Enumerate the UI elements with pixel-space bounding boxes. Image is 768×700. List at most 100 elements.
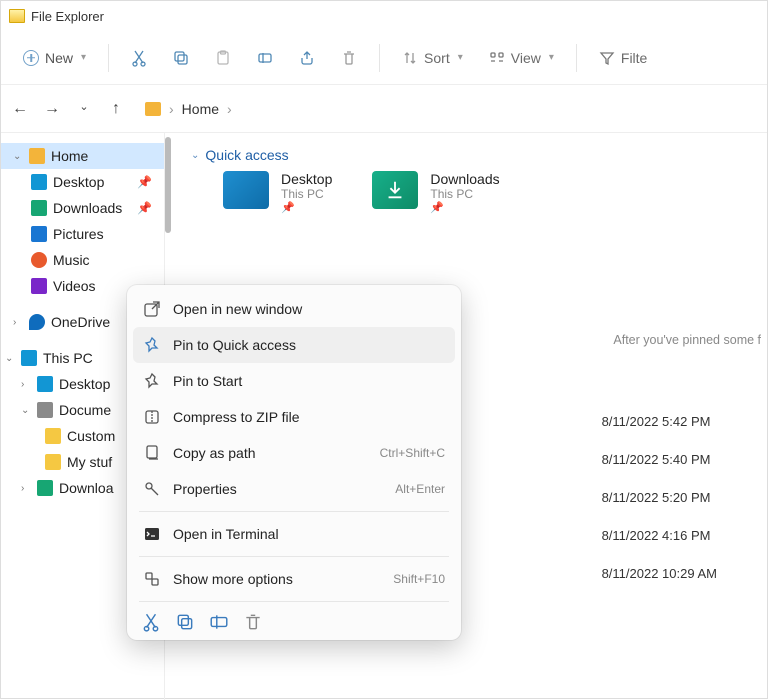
back-button[interactable]: ← [11,100,29,118]
downloads-icon [37,480,53,496]
ctx-label: Open in Terminal [173,526,279,542]
music-icon [31,252,47,268]
rename-icon[interactable] [209,612,229,632]
sidebar-label: Custom [67,428,115,444]
breadcrumb-home[interactable]: Home [182,101,219,117]
desktop-folder-icon [223,171,269,209]
home-icon [145,102,161,116]
copy-icon[interactable] [175,612,195,632]
trash-icon[interactable] [243,612,263,632]
sidebar-label: Videos [53,278,96,294]
ctx-shortcut: Alt+Enter [395,482,445,496]
chevron-right-icon: › [13,317,23,328]
sidebar-item-downloads[interactable]: Downloads📌 [1,195,164,221]
sidebar-item-desktop[interactable]: Desktop📌 [1,169,164,195]
documents-icon [37,402,53,418]
separator [576,44,577,72]
up-button[interactable]: ↑ [107,100,125,118]
rename-icon [257,50,273,66]
onedrive-icon [29,314,45,330]
title-bar: File Explorer [1,1,767,31]
separator [139,556,449,557]
new-label: New [45,50,73,66]
sidebar-label: Desktop [53,174,104,190]
ctx-label: Show more options [173,571,293,587]
paste-button[interactable] [205,44,241,72]
desktop-icon [31,174,47,190]
copy-button[interactable] [163,44,199,72]
open-new-window-icon [143,300,161,318]
properties-icon [143,480,161,498]
trash-icon [341,50,357,66]
recent-dropdown[interactable]: ⌄ [75,100,93,118]
share-button[interactable] [289,44,325,72]
sort-button[interactable]: Sort ▾ [392,44,473,72]
nav-arrows: ← → ⌄ ↑ [11,100,125,118]
filter-icon [599,50,615,66]
quick-access-header[interactable]: ⌄ Quick access [173,145,759,171]
chevron-down-icon: ▾ [81,52,86,63]
context-menu: Open in new window Pin to Quick access P… [127,285,461,640]
ctx-copy-path[interactable]: Copy as path Ctrl+Shift+C [133,435,455,471]
more-icon [143,570,161,588]
quick-item-desktop[interactable]: Desktop This PC 📌 [223,171,332,214]
downloads-folder-icon [372,171,418,209]
date-cell: 8/11/2022 4:16 PM [602,517,717,555]
ctx-pin-quick-access[interactable]: Pin to Quick access [133,327,455,363]
separator [108,44,109,72]
pin-icon [143,336,161,354]
sidebar-label: Downloa [59,480,113,496]
pictures-icon [31,226,47,242]
chevron-down-icon: ⌄ [191,150,199,161]
desktop-icon [37,376,53,392]
ctx-label: Compress to ZIP file [173,409,300,425]
ctx-properties[interactable]: Properties Alt+Enter [133,471,455,507]
home-icon [29,148,45,164]
scrollbar-thumb[interactable] [165,137,171,233]
sidebar-label: OneDrive [51,314,110,330]
sidebar-item-pictures[interactable]: Pictures [1,221,164,247]
ctx-shortcut: Shift+F10 [393,572,445,586]
downloads-icon [31,200,47,216]
ctx-label: Copy as path [173,445,256,461]
rename-button[interactable] [247,44,283,72]
date-column: 8/11/2022 5:42 PM 8/11/2022 5:40 PM 8/11… [602,403,717,593]
plus-icon [23,50,39,66]
filter-button[interactable]: Filte [589,44,657,72]
ctx-show-more[interactable]: Show more options Shift+F10 [133,561,455,597]
sidebar-label: This PC [43,350,93,366]
cut-icon[interactable] [141,612,161,632]
ctx-open-new-window[interactable]: Open in new window [133,291,455,327]
quick-item-downloads[interactable]: Downloads This PC 📌 [372,171,499,214]
separator [139,511,449,512]
sort-label: Sort [424,50,450,66]
folder-icon [9,9,25,23]
filter-label: Filte [621,50,647,66]
pc-icon [21,350,37,366]
cut-button[interactable] [121,44,157,72]
paste-icon [215,50,231,66]
date-cell: 8/11/2022 10:29 AM [602,555,717,593]
sort-icon [402,50,418,66]
ctx-label: Pin to Quick access [173,337,296,353]
breadcrumb[interactable]: › Home › [145,101,232,117]
sidebar-label: Desktop [59,376,110,392]
pin-icon: 📌 [137,201,158,215]
ctx-compress-zip[interactable]: Compress to ZIP file [133,399,455,435]
sidebar-label: Music [53,252,90,268]
date-cell: 8/11/2022 5:20 PM [602,479,717,517]
nav-bar: ← → ⌄ ↑ › Home › [1,85,767,133]
delete-button[interactable] [331,44,367,72]
copy-path-icon [143,444,161,462]
view-button[interactable]: View ▾ [479,44,564,72]
sidebar-item-home[interactable]: ⌄ Home [1,143,164,169]
sidebar-label: Pictures [53,226,104,242]
item-sub: This PC [430,187,499,201]
toolbar: New ▾ Sort ▾ View ▾ Filte [1,31,767,85]
forward-button[interactable]: → [43,100,61,118]
new-button[interactable]: New ▾ [13,44,96,72]
ctx-shortcut: Ctrl+Shift+C [380,446,445,460]
sidebar-item-music[interactable]: Music [1,247,164,273]
ctx-pin-start[interactable]: Pin to Start [133,363,455,399]
ctx-open-terminal[interactable]: Open in Terminal [133,516,455,552]
